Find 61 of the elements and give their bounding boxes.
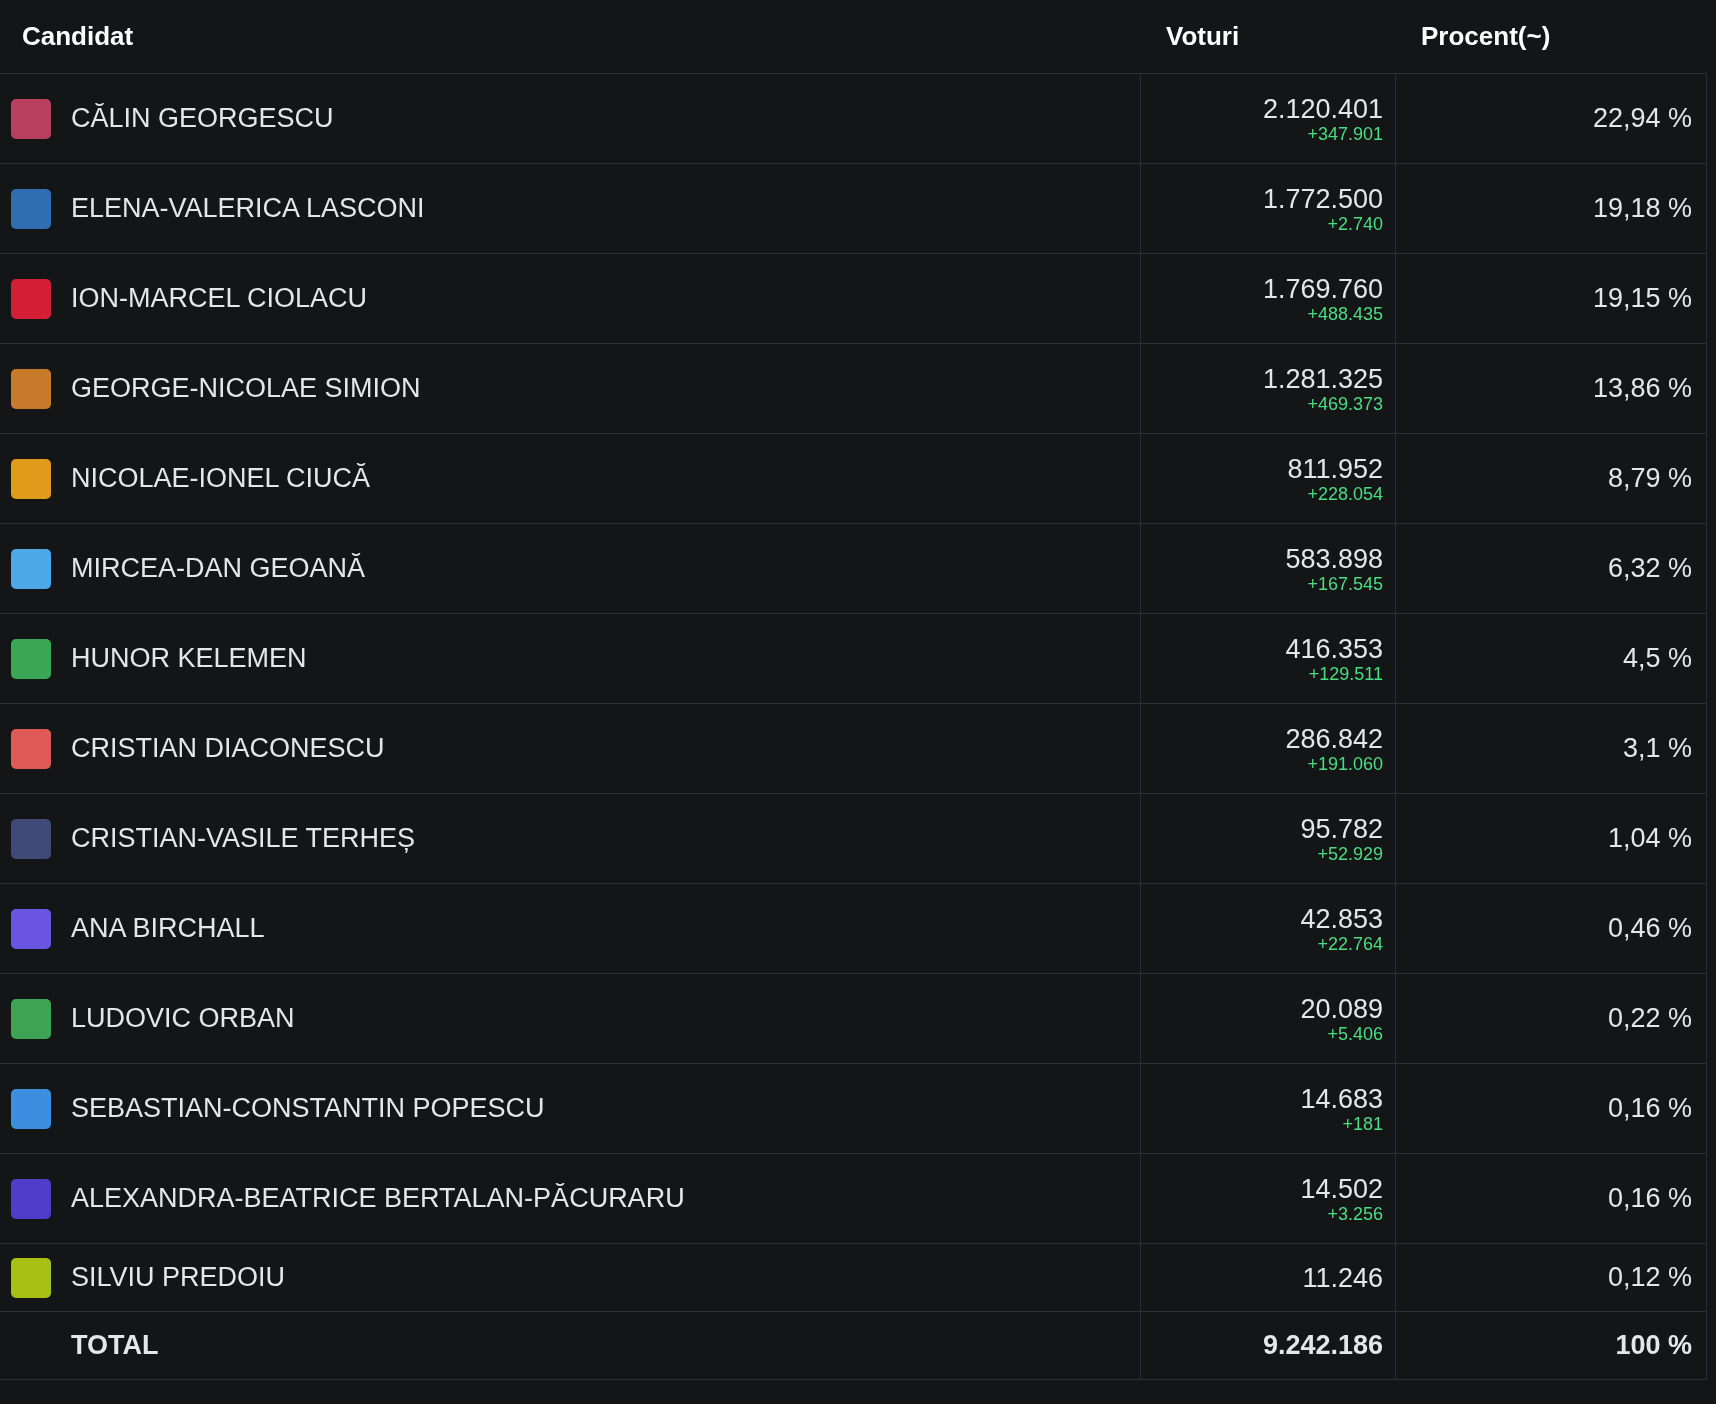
vote-count: 1.281.325	[1262, 363, 1383, 394]
total-percent: 100 %	[1615, 1329, 1692, 1363]
vote-change: +5.406	[1327, 1023, 1383, 1044]
candidate-name: LUDOVIC ORBAN	[71, 1002, 295, 1036]
vote-percent: 19,15 %	[1592, 282, 1692, 316]
candidate-name: ION-MARCEL CIOLACU	[71, 282, 368, 316]
vote-count: 14.502	[1300, 1173, 1383, 1204]
vote-change: +191.060	[1307, 753, 1383, 774]
vote-change: +52.929	[1317, 843, 1383, 864]
vote-percent: 13,86 %	[1592, 372, 1692, 406]
vote-percent: 1,04 %	[1607, 822, 1692, 856]
vote-count: 2.120.401	[1262, 93, 1383, 124]
vote-change: +347.901	[1307, 123, 1383, 144]
vote-change: +228.054	[1307, 483, 1383, 504]
candidate-name: ANA BIRCHALL	[71, 912, 265, 946]
candidate-name: SILVIU PREDOIU	[71, 1261, 286, 1295]
vote-change: +469.373	[1307, 393, 1383, 414]
column-header: Candidat	[21, 20, 135, 53]
candidate-name: HUNOR KELEMEN	[71, 642, 307, 676]
vote-change: +167.545	[1307, 573, 1383, 594]
vote-count: 11.246	[1302, 1262, 1383, 1293]
vote-change: +2.740	[1327, 213, 1383, 234]
candidate-name: ALEXANDRA-BEATRICE BERTALAN-PĂCURARU	[71, 1182, 685, 1216]
vote-percent: 22,94 %	[1592, 102, 1692, 136]
vote-count: 1.769.760	[1262, 273, 1383, 304]
vote-percent: 3,1 %	[1622, 732, 1692, 766]
vote-count: 416.353	[1285, 633, 1383, 664]
candidate-name: GEORGE-NICOLAE SIMION	[71, 372, 421, 406]
column-header: Procent(~)	[1420, 20, 1552, 53]
vote-count: 811.952	[1287, 453, 1383, 484]
vote-percent: 0,22 %	[1607, 1002, 1692, 1036]
vote-percent: 6,32 %	[1607, 552, 1692, 586]
total-votes: 9.242.186	[1262, 1329, 1383, 1363]
vote-percent: 4,5 %	[1622, 642, 1692, 676]
vote-change: +181	[1342, 1113, 1383, 1134]
vote-change: +22.764	[1317, 933, 1383, 954]
vote-percent: 0,46 %	[1607, 912, 1692, 946]
candidate-name: CRISTIAN DIACONESCU	[71, 732, 385, 766]
vote-percent: 0,12 %	[1607, 1261, 1692, 1295]
vote-change: +129.511	[1308, 663, 1383, 684]
vote-percent: 0,16 %	[1607, 1182, 1692, 1216]
vote-count: 286.842	[1285, 723, 1383, 754]
vote-percent: 8,79 %	[1607, 462, 1692, 496]
vote-change: +3.256	[1327, 1203, 1383, 1224]
candidate-name: MIRCEA-DAN GEOANĂ	[71, 552, 366, 586]
vote-count: 1.772.500	[1262, 183, 1383, 214]
vote-count: 42.853	[1300, 903, 1383, 934]
vote-change: +488.435	[1307, 303, 1383, 324]
candidate-name: ELENA-VALERICA LASCONI	[71, 192, 425, 226]
vote-count: 95.782	[1300, 813, 1383, 844]
total-label: TOTAL	[71, 1329, 159, 1363]
candidate-name: CĂLIN GEORGESCU	[71, 102, 334, 136]
vote-count: 20.089	[1300, 993, 1383, 1024]
candidate-name: NICOLAE-IONEL CIUCĂ	[71, 462, 371, 496]
vote-count: 14.683	[1300, 1083, 1383, 1114]
vote-count: 583.898	[1285, 543, 1383, 574]
vote-percent: 0,16 %	[1607, 1092, 1692, 1126]
column-header: Voturi	[1165, 20, 1241, 53]
candidate-name: SEBASTIAN-CONSTANTIN POPESCU	[71, 1092, 545, 1126]
candidate-name: CRISTIAN-VASILE TERHEȘ	[71, 822, 416, 856]
vote-percent: 19,18 %	[1592, 192, 1692, 226]
